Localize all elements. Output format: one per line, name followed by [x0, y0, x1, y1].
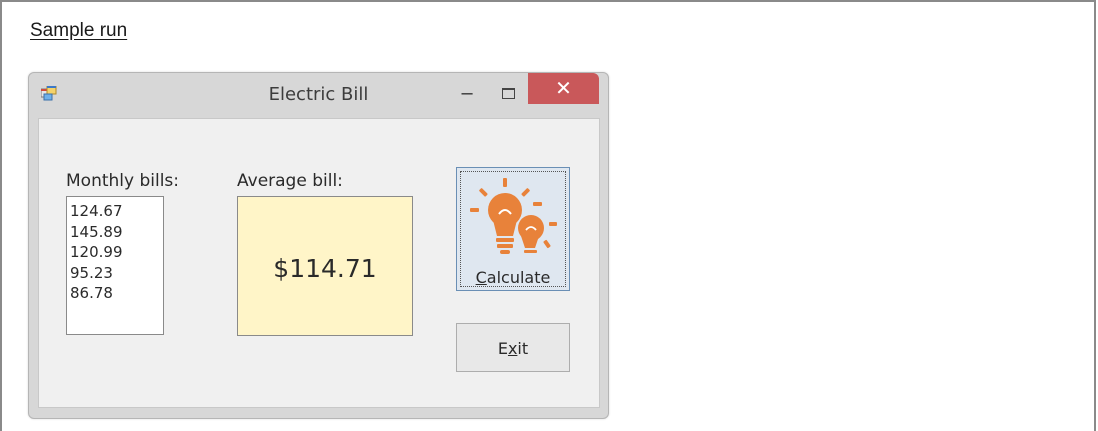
calculate-label: Calculate: [475, 268, 551, 287]
average-bill-label: Average bill:: [237, 171, 343, 191]
app-window: Electric Bill – ✕ Monthly bills: 124.67 …: [28, 72, 609, 419]
close-button[interactable]: ✕: [528, 73, 599, 104]
list-item[interactable]: 120.99: [70, 242, 163, 263]
exit-label: Exit: [497, 339, 529, 358]
list-item[interactable]: 95.23: [70, 263, 163, 284]
list-item[interactable]: 145.89: [70, 222, 163, 243]
title-bar[interactable]: Electric Bill – ✕: [29, 73, 608, 117]
monthly-bills-label: Monthly bills:: [66, 171, 180, 191]
average-bill-output: $114.71: [237, 196, 413, 336]
maximize-icon: [502, 88, 515, 99]
window-title: Electric Bill: [268, 84, 369, 105]
form-client-area: Monthly bills: 124.67 145.89 120.99 95.2…: [38, 118, 600, 408]
lightbulb-icon: [470, 178, 557, 254]
calculate-button[interactable]: Calculate: [456, 167, 570, 291]
maximize-button[interactable]: [498, 82, 520, 104]
average-bill-value: $114.71: [273, 254, 377, 283]
monthly-bills-listbox[interactable]: 124.67 145.89 120.99 95.23 86.78: [66, 196, 164, 335]
exit-button[interactable]: Exit: [456, 323, 570, 372]
minimize-button[interactable]: –: [456, 82, 478, 104]
list-item[interactable]: 86.78: [70, 283, 163, 304]
figure-caption: Sample run: [30, 20, 128, 41]
list-item[interactable]: 124.67: [70, 201, 163, 222]
